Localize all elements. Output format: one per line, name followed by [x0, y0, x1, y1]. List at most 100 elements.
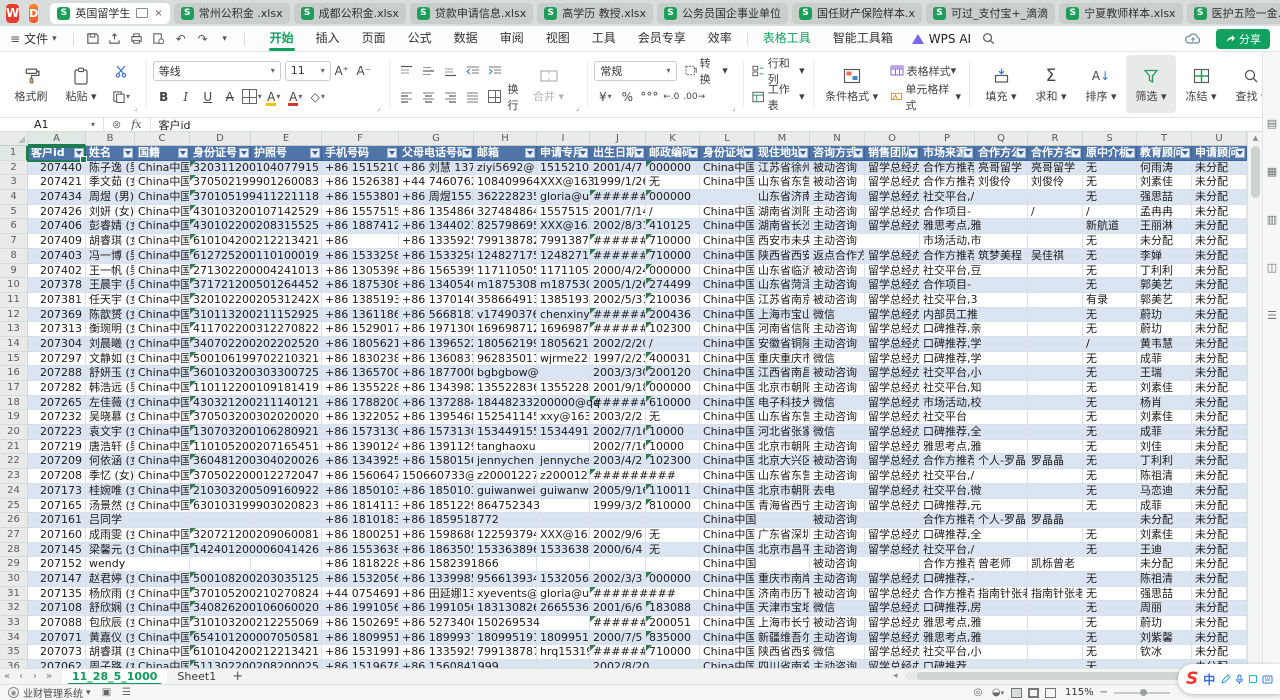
grid-cell[interactable] — [975, 322, 1028, 337]
grid-cell[interactable]: 未分配 — [1192, 396, 1247, 411]
grid-cell[interactable]: +86 1877000215 — [399, 366, 474, 381]
grid-cell[interactable]: 北京市朝阳 — [755, 381, 810, 396]
merge-cells-button[interactable]: 合并 ▾ — [524, 55, 574, 113]
grid-cell[interactable]: +86 52734062 — [399, 616, 474, 631]
grid-cell[interactable] — [865, 557, 920, 572]
menu-item-会员专享[interactable]: 会员专享 — [627, 26, 697, 52]
formula-input[interactable]: 客户id — [151, 117, 191, 133]
panel-icon[interactable]: ▤ — [1263, 110, 1280, 136]
grid-cell[interactable]: 117110505 — [537, 264, 590, 279]
row-header-23[interactable]: 23 — [0, 469, 28, 484]
system-caret-icon[interactable]: ▾ — [86, 688, 91, 698]
wps-logo[interactable]: W — [6, 4, 19, 23]
grid-cell[interactable]: 未分配 — [1192, 410, 1247, 425]
grid-cell[interactable]: +86 1360831276 — [399, 352, 474, 367]
strikethrough-button[interactable]: A — [220, 87, 240, 107]
grid-cell[interactable]: China中国 — [135, 278, 190, 293]
grid-cell[interactable]: 无 — [1083, 366, 1137, 381]
column-header-S[interactable]: S — [1083, 132, 1137, 146]
grid-cell[interactable]: 丁利利 — [1137, 454, 1192, 469]
filter-dropdown-icon[interactable] — [1180, 148, 1190, 158]
grid-cell[interactable]: China中国 — [700, 308, 755, 323]
grid-cell[interactable]: China中国 — [700, 528, 755, 543]
filter-dropdown-icon[interactable] — [578, 148, 588, 158]
grid-cell[interactable]: m1875308 — [537, 278, 590, 293]
grid-cell[interactable]: +86 1344021983 — [399, 219, 474, 234]
document-tab[interactable]: S贷款申请信息.xlsx — [410, 3, 533, 24]
grid-cell[interactable]: +86 1354866895 — [399, 205, 474, 220]
header-cell[interactable]: 出生日期 — [590, 146, 646, 161]
grid-cell[interactable]: 210036 — [646, 293, 700, 308]
grid-cell[interactable]: ######### — [590, 308, 646, 323]
scroll-up-icon[interactable]: ▲ — [1248, 132, 1263, 144]
grid-cell[interactable] — [1028, 484, 1083, 499]
fill-button[interactable]: 填充 ▾ — [976, 55, 1026, 113]
grid-cell[interactable]: +86 18753080 — [322, 278, 399, 293]
grid-cell[interactable]: 合作方推荐 — [920, 454, 975, 469]
grid-cell[interactable]: ######### — [590, 587, 646, 602]
grid-cell[interactable] — [975, 572, 1028, 587]
decrease-indent-icon[interactable] — [463, 61, 483, 81]
grid-cell[interactable]: +86 18141137 — [322, 499, 399, 514]
grid-cell[interactable] — [1028, 543, 1083, 558]
grid-cell[interactable]: 2002/5/31 — [590, 293, 646, 308]
menu-item-开始[interactable]: 开始 — [259, 26, 305, 52]
grid-cell[interactable] — [755, 557, 810, 572]
grid-cell[interactable]: 山东省菏泽 — [755, 278, 810, 293]
grid-cell[interactable] — [1028, 499, 1083, 514]
grid-cell[interactable]: 10000 — [646, 425, 700, 440]
row-header-12[interactable]: 12 — [0, 308, 28, 323]
grid-cell[interactable]: +86 18056219 — [322, 337, 399, 352]
grid-cell[interactable]: 主动咨询 — [810, 322, 865, 337]
preview-icon[interactable] — [148, 29, 170, 49]
grid-cell[interactable]: 未分配 — [1192, 293, 1247, 308]
grid-cell[interactable] — [1028, 440, 1083, 455]
grid-cell[interactable]: 无 — [1083, 572, 1137, 587]
grid-cell[interactable]: 未分配 — [1192, 190, 1247, 205]
grid-cell[interactable]: 合作项目- — [920, 205, 975, 220]
row-header-29[interactable]: 29 — [0, 557, 28, 572]
grid-cell[interactable]: China中国 — [135, 410, 190, 425]
grid-cell[interactable]: 864752343 — [474, 499, 537, 514]
grid-cell[interactable]: 留学总经办 — [865, 322, 920, 337]
row-header-6[interactable]: 6 — [0, 219, 28, 234]
grid-cell[interactable]: 320311200104077915 — [190, 161, 251, 176]
worksheet-button[interactable]: 工作表 ▾ — [752, 81, 804, 113]
grid-cell[interactable]: 雅思考点,雅 — [920, 631, 975, 646]
grid-cell[interactable]: v17490376 — [474, 308, 537, 323]
document-tab[interactable]: S宁夏教师样本.xlsx — [1059, 3, 1182, 24]
grid-cell[interactable]: 口碑推荐,全 — [920, 528, 975, 543]
grid-cell[interactable]: China中国 — [700, 322, 755, 337]
grid-cell[interactable]: 2001/7/14 — [590, 205, 646, 220]
grid-cell[interactable]: 400031 — [646, 352, 700, 367]
screen-share-icon[interactable] — [136, 8, 148, 18]
grid-cell[interactable]: 彭睿婧 (女 — [86, 219, 135, 234]
freeze-button[interactable]: 冻结 ▾ — [1176, 55, 1226, 113]
grid-cell[interactable]: +86 — [322, 234, 399, 249]
grid-cell[interactable] — [975, 601, 1028, 616]
grid-cell[interactable]: 未分配 — [1192, 543, 1247, 558]
grid-cell[interactable]: 成菲 — [1137, 499, 1192, 514]
grid-cell[interactable]: 主动咨询 — [810, 234, 865, 249]
grid-cell[interactable]: +86 1560841999 — [399, 660, 474, 668]
grid-cell[interactable]: 未分配 — [1192, 175, 1247, 190]
grid-cell[interactable]: 207135 — [28, 587, 86, 602]
grid-cell[interactable]: +86 13552283 — [322, 381, 399, 396]
align-middle-icon[interactable] — [419, 61, 439, 81]
grid-cell[interactable]: 1999/3/2 — [590, 499, 646, 514]
grid-cell[interactable]: 孟冉冉 — [1137, 205, 1192, 220]
grid-cell[interactable]: 雅思考点,雅 — [920, 219, 975, 234]
grid-cell[interactable] — [1028, 572, 1083, 587]
grid-cell[interactable]: 雅思考点,雅 — [920, 616, 975, 631]
row-header-1[interactable]: 1 — [0, 146, 28, 161]
grid-cell[interactable]: China中国 — [700, 440, 755, 455]
grid-cell[interactable]: 主动咨询 — [810, 572, 865, 587]
zoom-out-icon[interactable]: − — [1100, 687, 1108, 698]
grid-cell[interactable]: 无 — [1083, 175, 1137, 190]
currency-format-button[interactable]: ¥▾ — [595, 87, 615, 107]
grid-cell[interactable]: wendy — [86, 557, 135, 572]
grid-cell[interactable]: +86 15575158 — [322, 205, 399, 220]
grid-cell[interactable]: 口碑推荐, — [920, 660, 975, 668]
grid-cell[interactable]: 183088 — [646, 601, 700, 616]
grid-cell[interactable]: 153449155 — [474, 425, 537, 440]
